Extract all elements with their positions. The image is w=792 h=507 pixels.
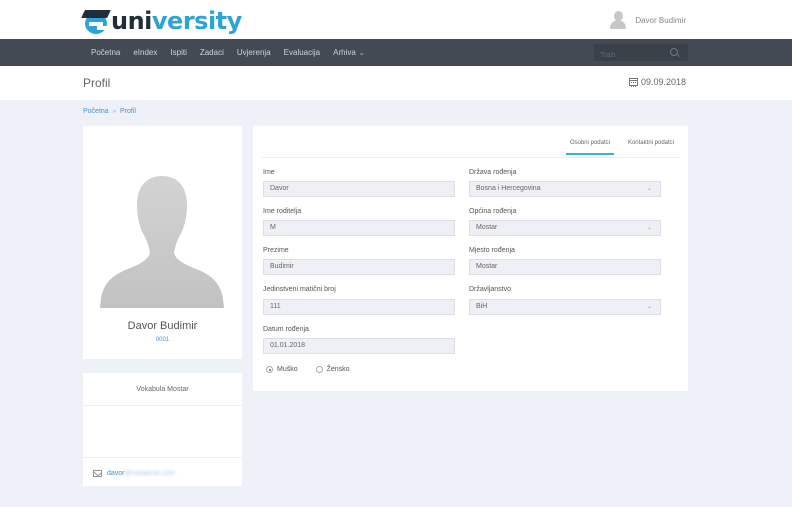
nav-item-zadaci[interactable]: Zadaci bbox=[200, 48, 224, 57]
last-name-label: Prezime bbox=[263, 247, 289, 254]
nav-item-evaluacija[interactable]: Evaluacija bbox=[284, 48, 320, 57]
first-name-label: Ime bbox=[263, 169, 275, 176]
last-name-field[interactable]: Budimir bbox=[263, 259, 455, 275]
divider bbox=[83, 457, 242, 458]
chevron-down-icon: ⌄ bbox=[358, 50, 365, 57]
radio-unchecked-icon[interactable] bbox=[315, 366, 323, 373]
birth-country-value: Bosna i Hercegovina bbox=[476, 185, 541, 192]
citizenship-value: BiH bbox=[476, 303, 488, 310]
nav-item-arhiva-label: Arhiva bbox=[333, 48, 356, 57]
parent-name-label: Ime roditelja bbox=[263, 208, 302, 215]
jmbg-label: Jedinstveni matični broj bbox=[263, 286, 336, 293]
gender-female-option[interactable]: Žensko bbox=[315, 366, 350, 373]
email-prefix: davor bbox=[107, 470, 125, 477]
gender-male-label: Muško bbox=[277, 366, 298, 373]
breadcrumb: Početna » Profil bbox=[83, 108, 136, 115]
profile-form-card: Osobni podatci Kontaktni podatci Ime Dav… bbox=[253, 126, 688, 391]
user-menu[interactable]: Davor Budimir bbox=[610, 11, 686, 29]
main-nav: Početna eIndex Ispiti Zadaci Uvjerenja E… bbox=[0, 39, 792, 66]
chevron-down-icon: ⌄ bbox=[646, 225, 652, 231]
tab-contact-data[interactable]: Kontaktni podatci bbox=[628, 140, 674, 155]
first-name-field[interactable]: Davor bbox=[263, 181, 455, 197]
breadcrumb-separator: » bbox=[112, 108, 117, 115]
user-avatar-icon bbox=[610, 11, 627, 29]
logo-text-part2: versity bbox=[151, 7, 242, 35]
search-box bbox=[594, 44, 688, 64]
birth-place-label: Mjesto rođenja bbox=[469, 247, 515, 254]
organization-card: Vokabula Mostar davor@vokabula.com bbox=[83, 373, 242, 486]
birth-municipality-select[interactable]: Mostar ⌄ bbox=[469, 220, 661, 236]
breadcrumb-home[interactable]: Početna bbox=[83, 108, 109, 115]
mail-icon bbox=[93, 470, 102, 477]
nav-item-ispiti[interactable]: Ispiti bbox=[170, 48, 186, 57]
radio-checked-icon[interactable] bbox=[266, 366, 273, 373]
divider bbox=[83, 405, 242, 406]
page-header: Profil 09.09.2018 bbox=[0, 66, 792, 100]
jmbg-field[interactable]: 111 bbox=[263, 299, 455, 315]
tab-personal-data[interactable]: Osobni podatci bbox=[565, 140, 614, 155]
email-text: davor@vokabula.com bbox=[107, 470, 175, 477]
page-date-text: 09.09.2018 bbox=[640, 77, 686, 87]
chevron-down-icon: ⌄ bbox=[646, 186, 652, 192]
page-date: 09.09.2018 bbox=[628, 77, 686, 87]
search-icon[interactable] bbox=[670, 48, 678, 56]
profile-tabs: Osobni podatci Kontaktni podatci bbox=[552, 140, 674, 155]
gender-radio-group: Muško Žensko bbox=[266, 366, 368, 373]
birth-date-field[interactable]: 01.01.2018 bbox=[263, 338, 455, 354]
chevron-down-icon: ⌄ bbox=[646, 304, 652, 310]
top-bar: university Davor Budimir bbox=[0, 0, 792, 39]
app-logo[interactable]: university bbox=[81, 6, 242, 34]
logo-text: university bbox=[111, 8, 242, 34]
calendar-icon bbox=[628, 78, 638, 87]
email-redacted: @vokabula.com bbox=[124, 470, 175, 477]
profile-id: 0001 bbox=[155, 337, 170, 343]
nav-item-eindex[interactable]: eIndex bbox=[133, 48, 157, 57]
gender-female-label: Žensko bbox=[326, 366, 350, 373]
citizenship-label: Državljanstvo bbox=[469, 286, 512, 293]
nav-item-uvjerenja[interactable]: Uvjerenja bbox=[237, 48, 271, 57]
parent-name-field[interactable]: M bbox=[263, 220, 455, 236]
search-input[interactable] bbox=[594, 47, 664, 64]
logo-e-icon bbox=[81, 10, 111, 34]
citizenship-select[interactable]: BiH ⌄ bbox=[469, 299, 661, 315]
profile-name: Davor Budimir bbox=[127, 320, 198, 332]
birth-place-field[interactable]: Mostar bbox=[469, 259, 661, 275]
gender-male-option[interactable]: Muško bbox=[266, 366, 298, 373]
page-title: Profil bbox=[83, 76, 111, 90]
email-row[interactable]: davor@vokabula.com bbox=[93, 470, 175, 477]
nav-item-pocetna[interactable]: Početna bbox=[91, 48, 120, 57]
breadcrumb-current: Profil bbox=[120, 108, 136, 115]
tabs-divider bbox=[261, 157, 680, 158]
profile-avatar-icon bbox=[100, 176, 224, 308]
profile-card: Davor Budimir 0001 bbox=[83, 126, 242, 359]
nav-item-arhiva[interactable]: Arhiva ⌄ bbox=[333, 48, 365, 57]
birth-country-select[interactable]: Bosna i Hercegovina ⌄ bbox=[469, 181, 661, 197]
organization-name: Vokabula Mostar bbox=[136, 386, 189, 393]
birth-date-label: Datum rođenja bbox=[263, 326, 309, 333]
logo-text-part1: uni bbox=[111, 7, 152, 35]
birth-municipality-value: Mostar bbox=[476, 224, 498, 231]
birth-municipality-label: Općina rođenja bbox=[469, 208, 517, 215]
user-name: Davor Budimir bbox=[635, 15, 686, 25]
birth-country-label: Država rođenja bbox=[469, 169, 517, 176]
